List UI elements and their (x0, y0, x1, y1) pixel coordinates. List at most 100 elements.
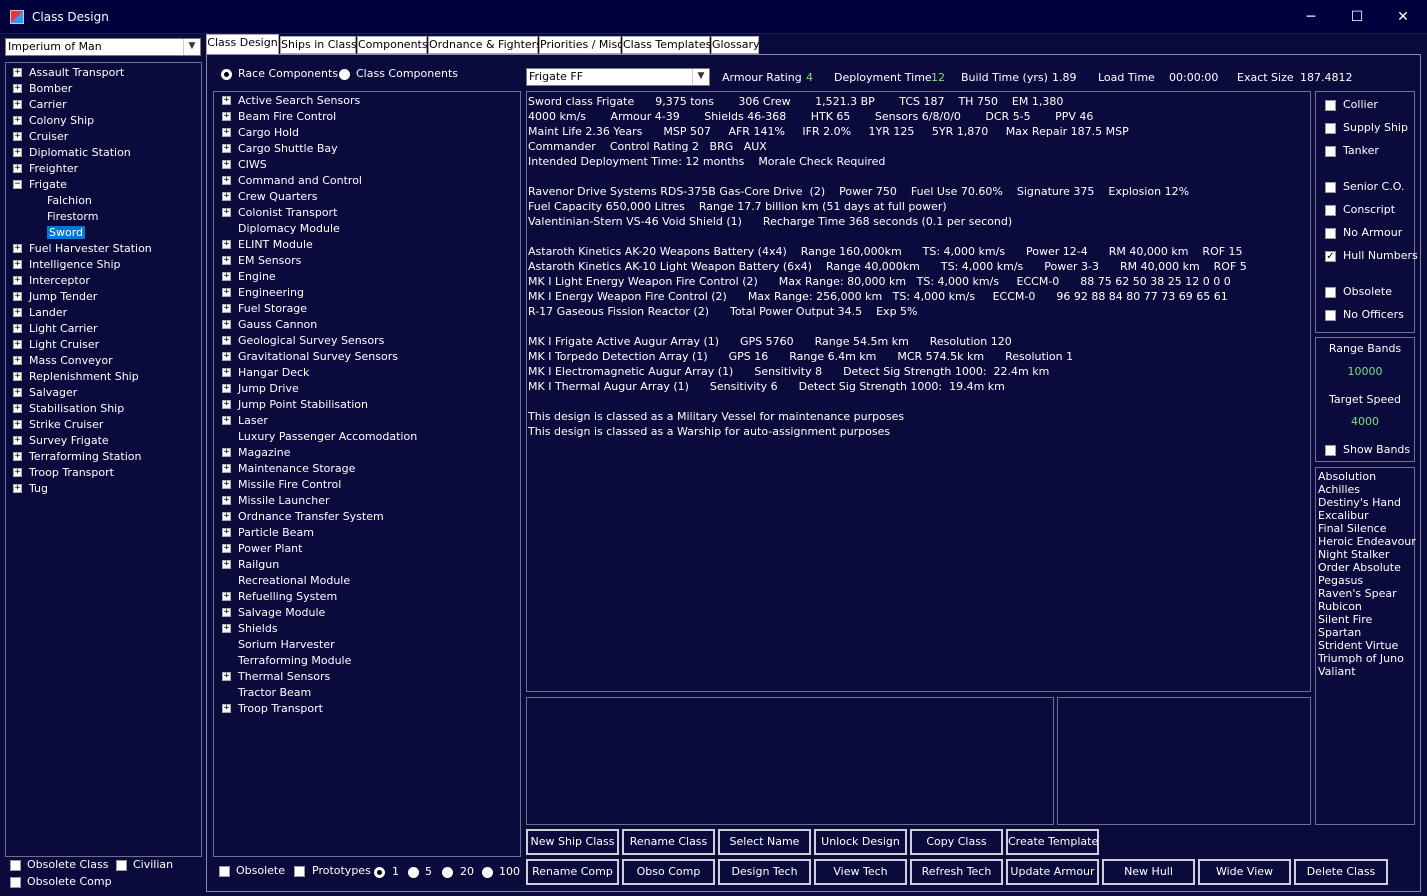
expand-icon[interactable]: + (13, 132, 22, 141)
supply-ship-checkbox[interactable] (1325, 123, 1336, 134)
expand-icon[interactable]: + (13, 372, 22, 381)
create-template-button[interactable]: Create Template (1006, 829, 1099, 855)
qty-20-radio[interactable] (442, 867, 453, 878)
maximize-button[interactable]: ☐ (1334, 0, 1380, 34)
hull-item-intelligence-ship[interactable]: Intelligence Ship (29, 257, 121, 273)
expand-icon[interactable]: + (222, 352, 231, 361)
design-tech-button[interactable]: Design Tech (718, 859, 811, 885)
expand-icon[interactable]: + (13, 388, 22, 397)
component-item-salvage-module[interactable]: Salvage Module (238, 605, 325, 621)
prototypes-checkbox[interactable] (294, 866, 305, 877)
hull-item-light-carrier[interactable]: Light Carrier (29, 321, 98, 337)
refresh-tech-button[interactable]: Refresh Tech (910, 859, 1003, 885)
expand-icon[interactable]: + (222, 608, 231, 617)
ship-name-item[interactable]: Excalibur (1318, 509, 1369, 522)
expand-icon[interactable]: + (13, 452, 22, 461)
class-components-radio[interactable] (339, 69, 350, 80)
rename-class-button[interactable]: Rename Class (622, 829, 715, 855)
expand-icon[interactable]: + (13, 68, 22, 77)
hull-item-tug[interactable]: Tug (29, 481, 48, 497)
component-tree[interactable]: + Active Search Sensors + Beam Fire Control… (213, 91, 521, 857)
expand-icon[interactable]: + (222, 336, 231, 345)
expand-icon[interactable]: + (13, 420, 22, 429)
hull-item-jump-tender[interactable]: Jump Tender (29, 289, 97, 305)
expand-icon[interactable]: + (222, 208, 231, 217)
component-item-cargo-hold[interactable]: Cargo Hold (238, 125, 299, 141)
hull-item-survey-frigate[interactable]: Survey Frigate (29, 433, 109, 449)
ship-name-item[interactable]: Silent Fire (1318, 613, 1372, 626)
expand-icon[interactable]: + (222, 272, 231, 281)
component-item-laser[interactable]: Laser (238, 413, 268, 429)
expand-icon[interactable]: + (222, 672, 231, 681)
ship-name-item[interactable]: Pegasus (1318, 574, 1363, 587)
hull-item-frigate[interactable]: Frigate (29, 177, 67, 193)
tab-ordnance-fighters[interactable]: Ordnance & Fighters (428, 36, 542, 54)
expand-icon[interactable]: + (222, 192, 231, 201)
tab-class-design[interactable]: Class Design (206, 34, 279, 54)
new-ship-class-button[interactable]: New Ship Class (526, 829, 619, 855)
collier-checkbox[interactable] (1325, 100, 1336, 111)
expand-icon[interactable]: + (13, 436, 22, 445)
expand-icon[interactable]: + (13, 308, 22, 317)
ship-name-item[interactable]: Rubicon (1318, 600, 1362, 613)
hull-item-freighter[interactable]: Freighter (29, 161, 78, 177)
component-item-colonist-transport[interactable]: Colonist Transport (238, 205, 337, 221)
secondary-notes-panel[interactable] (1057, 697, 1311, 825)
expand-icon[interactable]: + (222, 704, 231, 713)
design-notes-panel[interactable] (526, 697, 1054, 825)
expand-icon[interactable]: + (13, 468, 22, 477)
class-item-falchion[interactable]: Falchion (47, 193, 92, 209)
race-components-radio[interactable] (221, 69, 232, 80)
qty-1-radio[interactable] (374, 867, 385, 878)
hull-item-light-cruiser[interactable]: Light Cruiser (29, 337, 99, 353)
conscript-checkbox[interactable] (1325, 205, 1336, 216)
obsolete-class-checkbox[interactable] (10, 860, 21, 871)
expand-icon[interactable]: + (222, 496, 231, 505)
component-item-refuelling-system[interactable]: Refuelling System (238, 589, 337, 605)
component-item-crew-quarters[interactable]: Crew Quarters (238, 189, 317, 205)
expand-icon[interactable]: + (13, 116, 22, 125)
component-item-troop-transport[interactable]: Troop Transport (238, 701, 323, 717)
expand-icon[interactable]: + (13, 244, 22, 253)
ship-name-item[interactable]: Order Absolute (1318, 561, 1401, 574)
civilian-checkbox[interactable] (116, 860, 127, 871)
component-item-engine[interactable]: Engine (238, 269, 276, 285)
update-armour-button[interactable]: Update Armour (1006, 859, 1099, 885)
component-item-ciws[interactable]: CIWS (238, 157, 267, 173)
class-item-sword[interactable]: Sword (47, 225, 86, 241)
expand-icon[interactable]: + (222, 144, 231, 153)
hull-item-strike-cruiser[interactable]: Strike Cruiser (29, 417, 103, 433)
qty-100-radio[interactable] (482, 867, 493, 878)
component-item-particle-beam[interactable]: Particle Beam (238, 525, 314, 541)
tanker-checkbox[interactable] (1325, 146, 1336, 157)
hull-type-select[interactable]: Frigate FF ▼ (526, 68, 710, 86)
expand-icon[interactable]: + (13, 292, 22, 301)
expand-icon[interactable]: + (222, 176, 231, 185)
copy-class-button[interactable]: Copy Class (910, 829, 1003, 855)
component-item-sorium-harvester[interactable]: Sorium Harvester (238, 637, 335, 653)
expand-icon[interactable]: + (13, 276, 22, 285)
expand-icon[interactable]: + (222, 320, 231, 329)
expand-icon[interactable]: + (222, 240, 231, 249)
no-armour-checkbox[interactable] (1325, 228, 1336, 239)
expand-icon[interactable]: + (222, 480, 231, 489)
component-item-hangar-deck[interactable]: Hangar Deck (238, 365, 309, 381)
component-item-em-sensors[interactable]: EM Sensors (238, 253, 301, 269)
expand-icon[interactable]: + (222, 512, 231, 521)
expand-icon[interactable]: + (222, 624, 231, 633)
rename-comp-button[interactable]: Rename Comp (526, 859, 619, 885)
expand-icon[interactable]: + (222, 384, 231, 393)
range-bands-value[interactable]: 10000 (1316, 365, 1414, 379)
tab-priorities-misc[interactable]: Priorities / Misc (539, 36, 623, 54)
hull-item-colony-ship[interactable]: Colony Ship (29, 113, 94, 129)
hull-item-lander[interactable]: Lander (29, 305, 67, 321)
ship-name-item[interactable]: Achilles (1318, 483, 1360, 496)
new-hull-button[interactable]: New Hull (1102, 859, 1195, 885)
hull-item-terraforming-station[interactable]: Terraforming Station (29, 449, 141, 465)
unlock-design-button[interactable]: Unlock Design (814, 829, 907, 855)
expand-icon[interactable]: + (13, 100, 22, 109)
ship-name-item[interactable]: Valiant (1318, 665, 1356, 678)
delete-class-button[interactable]: Delete Class (1294, 859, 1388, 885)
component-item-active-search-sensors[interactable]: Active Search Sensors (238, 93, 360, 109)
expand-icon[interactable]: + (13, 340, 22, 349)
